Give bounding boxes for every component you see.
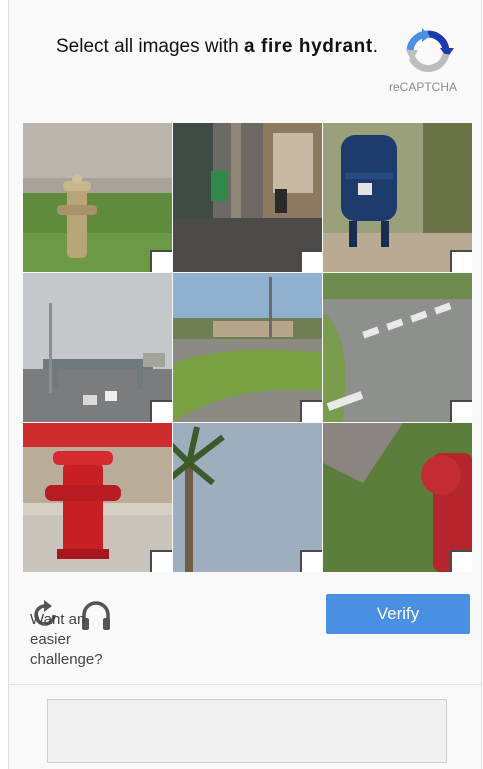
easier-challenge-link[interactable]: Want an easier challenge? bbox=[30, 610, 120, 670]
tile-checkbox[interactable] bbox=[450, 400, 472, 422]
image-tile[interactable] bbox=[173, 273, 322, 422]
instruction-suffix: . bbox=[372, 36, 379, 57]
instruction-target: a fire hydrant bbox=[243, 36, 373, 57]
tile-checkbox[interactable] bbox=[300, 550, 322, 572]
instruction-title: Select all images with a fire hydrant. bbox=[56, 36, 378, 58]
tile-checkbox[interactable] bbox=[450, 250, 472, 272]
tile-checkbox[interactable] bbox=[300, 250, 322, 272]
image-tile[interactable] bbox=[23, 273, 172, 422]
tile-checkbox[interactable] bbox=[300, 400, 322, 422]
tile-checkbox[interactable] bbox=[150, 250, 172, 272]
tile-checkbox[interactable] bbox=[450, 550, 472, 572]
image-tile[interactable] bbox=[323, 123, 472, 272]
image-tile[interactable] bbox=[173, 123, 322, 272]
tile-checkbox[interactable] bbox=[150, 550, 172, 572]
image-tile[interactable] bbox=[173, 423, 322, 572]
instruction-prefix: Select all images with bbox=[56, 36, 239, 57]
image-tile[interactable] bbox=[323, 423, 472, 572]
image-tile[interactable] bbox=[23, 123, 172, 272]
image-tile[interactable] bbox=[23, 423, 172, 572]
recaptcha-brand-label: reCAPTCHA bbox=[389, 80, 458, 94]
image-tile[interactable] bbox=[323, 273, 472, 422]
recaptcha-logo-icon bbox=[406, 28, 454, 72]
image-grid bbox=[23, 123, 472, 572]
footer-divider bbox=[8, 684, 482, 685]
verify-button[interactable]: Verify bbox=[326, 594, 470, 634]
tile-checkbox[interactable] bbox=[150, 400, 172, 422]
bottom-box bbox=[47, 699, 447, 763]
